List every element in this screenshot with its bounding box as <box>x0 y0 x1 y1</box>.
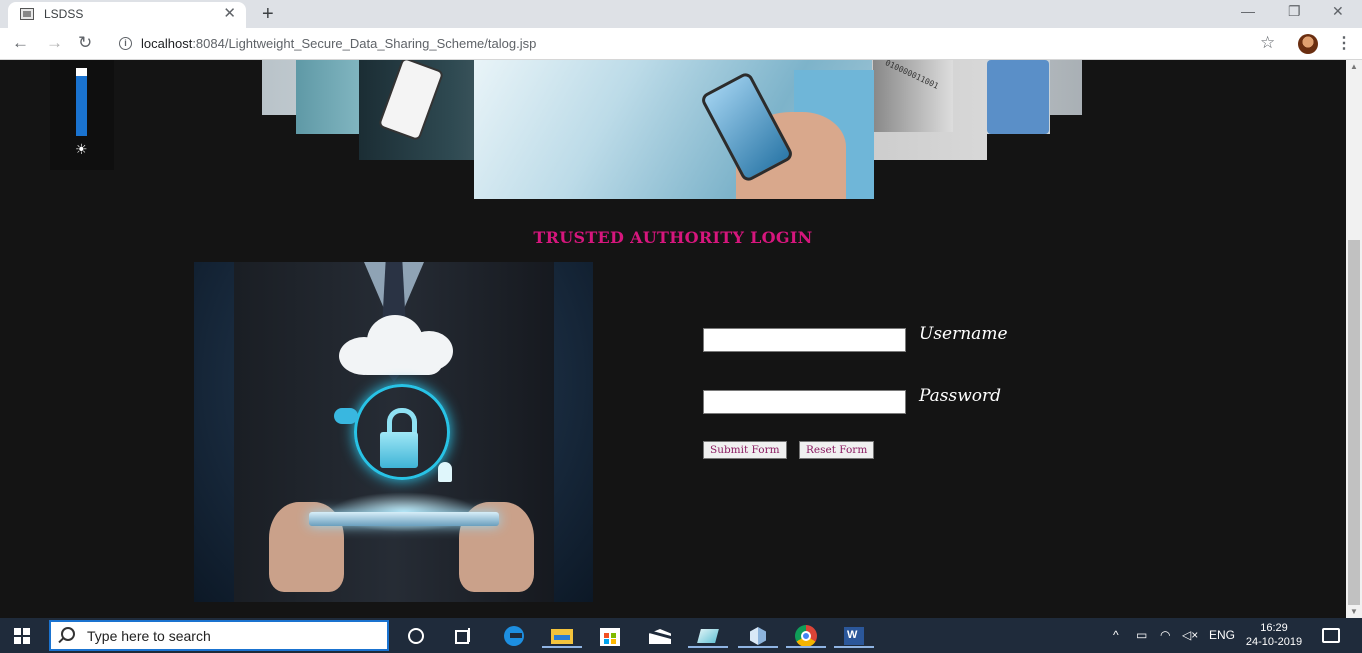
browser-tab-strip: LSDSS ✕ + — ❐ ✕ <box>0 0 1362 28</box>
banner-tablet-image: 010000011001 <box>873 60 987 160</box>
brightness-slider[interactable] <box>76 68 87 136</box>
browser-tab[interactable]: LSDSS ✕ <box>8 2 246 28</box>
banner-phone-image <box>377 60 445 142</box>
bookmark-star-icon[interactable]: ☆ <box>1260 33 1275 53</box>
username-label: Username <box>919 324 1008 344</box>
username-input[interactable] <box>703 328 906 352</box>
battery-icon[interactable]: ▭ <box>1136 628 1147 642</box>
banner-device-image <box>987 60 1050 134</box>
brightness-level-fill <box>76 76 87 136</box>
word-icon[interactable]: W <box>834 624 874 648</box>
task-view-icon[interactable] <box>452 624 476 648</box>
windows-taskbar: Type here to search W ^ ▭ ◠ ◁× ENG 16:29… <box>0 618 1362 653</box>
restore-button[interactable]: ❐ <box>1288 3 1301 20</box>
clock-time: 16:29 <box>1260 622 1288 634</box>
forward-button[interactable]: → <box>46 33 63 53</box>
chrome-icon[interactable] <box>786 624 826 648</box>
scrollbar-thumb[interactable] <box>1348 240 1360 605</box>
browser-toolbar: ← → ↻ i localhost:8084/Lightweight_Secur… <box>0 28 1362 60</box>
tablet-graphic <box>309 512 499 526</box>
submit-button[interactable]: Submit Form <box>703 441 787 459</box>
reset-button[interactable]: Reset Form <box>799 441 875 459</box>
site-info-icon[interactable]: i <box>119 37 132 50</box>
search-placeholder: Type here to search <box>87 628 211 644</box>
address-bar[interactable]: localhost:8084/Lightweight_Secure_Data_S… <box>141 36 536 51</box>
minimize-button[interactable]: — <box>1241 3 1255 19</box>
browser-menu-icon[interactable]: ⋮ <box>1336 33 1352 53</box>
brightness-overlay: ☀ <box>50 60 114 170</box>
notification-icon[interactable] <box>1322 628 1340 643</box>
page-content: 010000011001 ☀ TRUSTED AUTHORITY LOGIN U… <box>0 60 1346 618</box>
language-indicator[interactable]: ENG <box>1209 628 1235 642</box>
box-app-icon[interactable] <box>738 624 778 648</box>
edge-icon[interactable] <box>502 624 526 648</box>
clock-date: 24-10-2019 <box>1245 636 1303 648</box>
wifi-icon[interactable]: ◠ <box>1160 628 1170 642</box>
close-tab-icon[interactable]: ✕ <box>223 5 236 23</box>
system-clock[interactable]: 16:29 24-10-2019 <box>1244 621 1304 649</box>
sun-icon: ☀ <box>75 141 88 157</box>
back-button[interactable]: ← <box>12 33 29 53</box>
volume-muted-icon[interactable]: ◁× <box>1182 628 1198 642</box>
windows-start-icon[interactable] <box>14 628 30 644</box>
store-icon[interactable] <box>598 624 622 648</box>
search-icon <box>61 627 75 641</box>
password-input[interactable] <box>703 390 906 414</box>
profile-avatar[interactable] <box>1298 34 1318 54</box>
page-scrollbar[interactable]: ▲ ▼ <box>1346 60 1362 618</box>
favicon-icon <box>20 8 34 20</box>
new-tab-button[interactable]: + <box>262 3 274 25</box>
cloud-graphic <box>329 307 459 377</box>
password-label: Password <box>919 386 1002 406</box>
tab-title: LSDSS <box>44 7 84 21</box>
cortana-icon[interactable] <box>404 624 428 648</box>
file-explorer-icon[interactable] <box>542 624 582 648</box>
banner-main-image <box>474 60 874 199</box>
url-host: localhost <box>141 36 193 51</box>
reload-button[interactable]: ↻ <box>78 33 92 53</box>
scroll-up-icon[interactable]: ▲ <box>1350 62 1358 71</box>
small-cloud-icon <box>334 408 358 424</box>
mail-icon[interactable] <box>648 624 672 648</box>
url-path: :8084/Lightweight_Secure_Data_Sharing_Sc… <box>192 36 537 51</box>
chevron-up-icon[interactable]: ^ <box>1113 628 1119 642</box>
app-icon[interactable] <box>688 624 728 648</box>
scroll-down-icon[interactable]: ▼ <box>1350 607 1358 616</box>
taskbar-search-box[interactable]: Type here to search <box>49 620 389 651</box>
window-close-button[interactable]: ✕ <box>1332 3 1344 20</box>
page-title: TRUSTED AUTHORITY LOGIN <box>533 228 813 247</box>
security-illustration <box>194 262 593 602</box>
